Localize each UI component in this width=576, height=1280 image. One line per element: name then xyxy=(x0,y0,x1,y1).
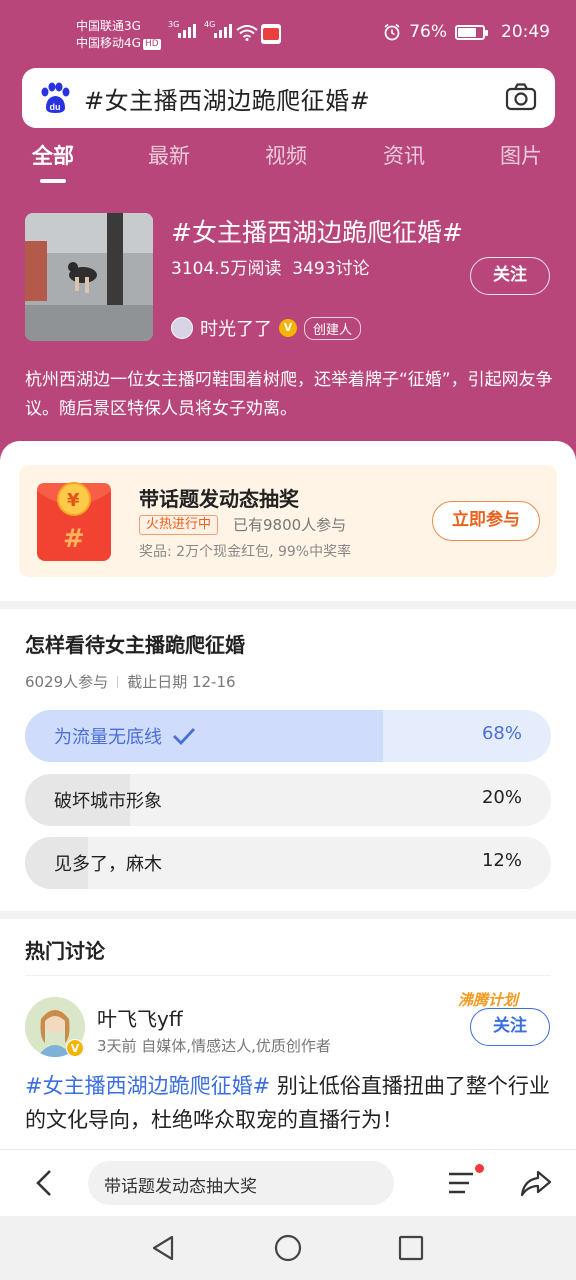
camera-icon[interactable] xyxy=(505,82,537,112)
search-query[interactable]: #女主播西湖边跪爬征婚# xyxy=(84,81,370,116)
tab-video[interactable]: 视频 xyxy=(265,140,307,170)
promo-prize: 奖品: 2万个现金红包, 99%中奖率 xyxy=(139,544,352,560)
post-input[interactable]: 带话题发动态抽大奖 xyxy=(88,1161,394,1205)
notification-dot xyxy=(475,1164,484,1173)
author-meta: 3天前 自媒体,情感达人,优质创作者 xyxy=(97,1037,331,1055)
post-content[interactable]: #女主播西湖边跪爬征婚# 别让低俗直播扭曲了整个行业的文化导向，杜绝哗众取宠的直… xyxy=(25,1069,555,1137)
red-envelope-icon: ¥ # xyxy=(37,482,111,561)
nav-recents-icon[interactable] xyxy=(395,1232,427,1264)
system-nav-bar xyxy=(0,1216,576,1280)
author-name[interactable]: 叶飞飞yff xyxy=(97,1003,183,1032)
app-notification-icon xyxy=(261,24,281,44)
tab-latest[interactable]: 最新 xyxy=(148,140,190,170)
nav-back-icon[interactable] xyxy=(148,1232,180,1264)
poll-option-percent: 12% xyxy=(481,850,522,871)
boiling-plan-badge: 沸腾计划 xyxy=(458,991,519,1009)
carrier-2: 中国移动4G xyxy=(76,36,141,50)
svg-text:¥: ¥ xyxy=(67,490,80,511)
hot-badge: 火热进行中 xyxy=(139,515,219,535)
poll-option[interactable]: 见多了，麻木 12% xyxy=(25,837,551,889)
read-count: 3104.5万阅读 xyxy=(171,259,282,279)
poll-meta: 6029人参与 截止日期 12-16 xyxy=(25,671,236,692)
poll-option-label: 破坏城市形象 xyxy=(54,791,162,812)
tab-news[interactable]: 资讯 xyxy=(383,140,425,170)
post-hashtag[interactable]: #女主播西湖边跪爬征婚# xyxy=(25,1074,270,1098)
status-right: 76% 20:49 xyxy=(383,22,550,42)
tab-indicator xyxy=(40,179,66,183)
divider xyxy=(25,975,551,976)
back-icon[interactable] xyxy=(30,1168,60,1198)
battery-icon xyxy=(455,24,488,40)
poll-option[interactable]: 破坏城市形象 20% xyxy=(25,774,551,826)
svg-text:#: # xyxy=(63,524,85,554)
signal-icon-2: 4G xyxy=(204,20,232,38)
promo-card: ¥ # 带话题发动态抽奖 火热进行中 已有9800人参与 奖品: 2万个现金红包… xyxy=(0,441,576,601)
tab-images[interactable]: 图片 xyxy=(500,140,542,170)
poll-deadline: 截止日期 12-16 xyxy=(127,673,236,691)
post-input-text: 带话题发动态抽大奖 xyxy=(104,1177,257,1197)
poll-title: 怎样看待女主播跪爬征婚 xyxy=(25,633,245,657)
nav-home-icon[interactable] xyxy=(272,1232,304,1264)
follow-topic-button[interactable]: 关注 xyxy=(470,257,550,295)
poll-option-percent: 20% xyxy=(481,787,522,808)
clock: 20:49 xyxy=(501,22,550,42)
topic-description: 杭州西湖边一位女主播叼鞋围着树爬，还举着牌子“征婚”，引起网友争议。随后景区特保… xyxy=(25,370,553,419)
creator-avatar[interactable] xyxy=(171,317,193,339)
topic-creator[interactable]: 时光了了 V 创建人 xyxy=(171,315,362,341)
carrier-1: 中国联通3G xyxy=(76,19,141,33)
status-bar: 中国联通3G 中国移动4G HD 3G 4G 76% 20:49 xyxy=(0,0,576,64)
share-icon[interactable] xyxy=(520,1168,552,1198)
hd-badge: HD xyxy=(142,39,161,50)
search-bar[interactable]: du #女主播西湖边跪爬征婚# xyxy=(22,68,555,128)
verified-badge-icon: V xyxy=(279,319,297,337)
poll-option-label: 见多了，麻木 xyxy=(54,854,162,875)
signal-icon: 3G xyxy=(168,20,196,38)
bottom-action-bar: 带话题发动态抽大奖 xyxy=(0,1149,576,1216)
hot-discussion-title: 热门讨论 xyxy=(25,939,105,963)
alarm-icon xyxy=(384,23,400,41)
baidu-paw-icon: du xyxy=(41,82,70,113)
discussion-count: 3493讨论 xyxy=(292,259,370,279)
verified-badge-icon: V xyxy=(66,1039,84,1057)
hot-discussion-card: 热门讨论 V 叶飞飞yff 3天前 自媒体,情感达人,优质创作者 沸腾计划 关注… xyxy=(0,919,576,1149)
svg-text:du: du xyxy=(50,102,61,112)
carrier-info: 中国联通3G 中国移动4G HD xyxy=(76,18,161,52)
poll-card: 怎样看待女主播跪爬征婚 6029人参与 截止日期 12-16 为流量无底线 68%… xyxy=(0,609,576,911)
tab-bar: 全部 最新 视频 资讯 图片 xyxy=(0,140,576,190)
wifi-icon xyxy=(236,25,258,41)
tab-all[interactable]: 全部 xyxy=(32,140,74,170)
poll-option-label: 为流量无底线 xyxy=(54,727,162,748)
promo-joined: 已有9800人参与 xyxy=(233,516,347,534)
poll-option[interactable]: 为流量无底线 68% xyxy=(25,710,551,762)
poll-option-percent: 68% xyxy=(481,723,522,744)
topic-header: 中国联通3G 中国移动4G HD 3G 4G 76% 20:49 du #女主播… xyxy=(0,0,576,470)
creator-tag: 创建人 xyxy=(304,316,362,340)
topic-stats: 3104.5万阅读 3493讨论 xyxy=(171,254,370,279)
join-now-button[interactable]: 立即参与 xyxy=(432,501,540,541)
check-icon xyxy=(173,728,196,746)
battery-percent: 76% xyxy=(409,22,447,42)
promo-title: 带话题发动态抽奖 xyxy=(139,487,299,511)
poll-participants: 6029人参与 xyxy=(25,673,109,691)
follow-author-button[interactable]: 关注 xyxy=(470,1008,550,1046)
menu-icon[interactable] xyxy=(447,1169,479,1197)
topic-thumbnail[interactable] xyxy=(25,213,153,341)
topic-title: #女主播西湖边跪爬征婚# xyxy=(171,218,463,247)
lottery-banner[interactable]: ¥ # 带话题发动态抽奖 火热进行中 已有9800人参与 奖品: 2万个现金红包… xyxy=(19,465,557,577)
creator-name[interactable]: 时光了了 xyxy=(200,315,272,341)
